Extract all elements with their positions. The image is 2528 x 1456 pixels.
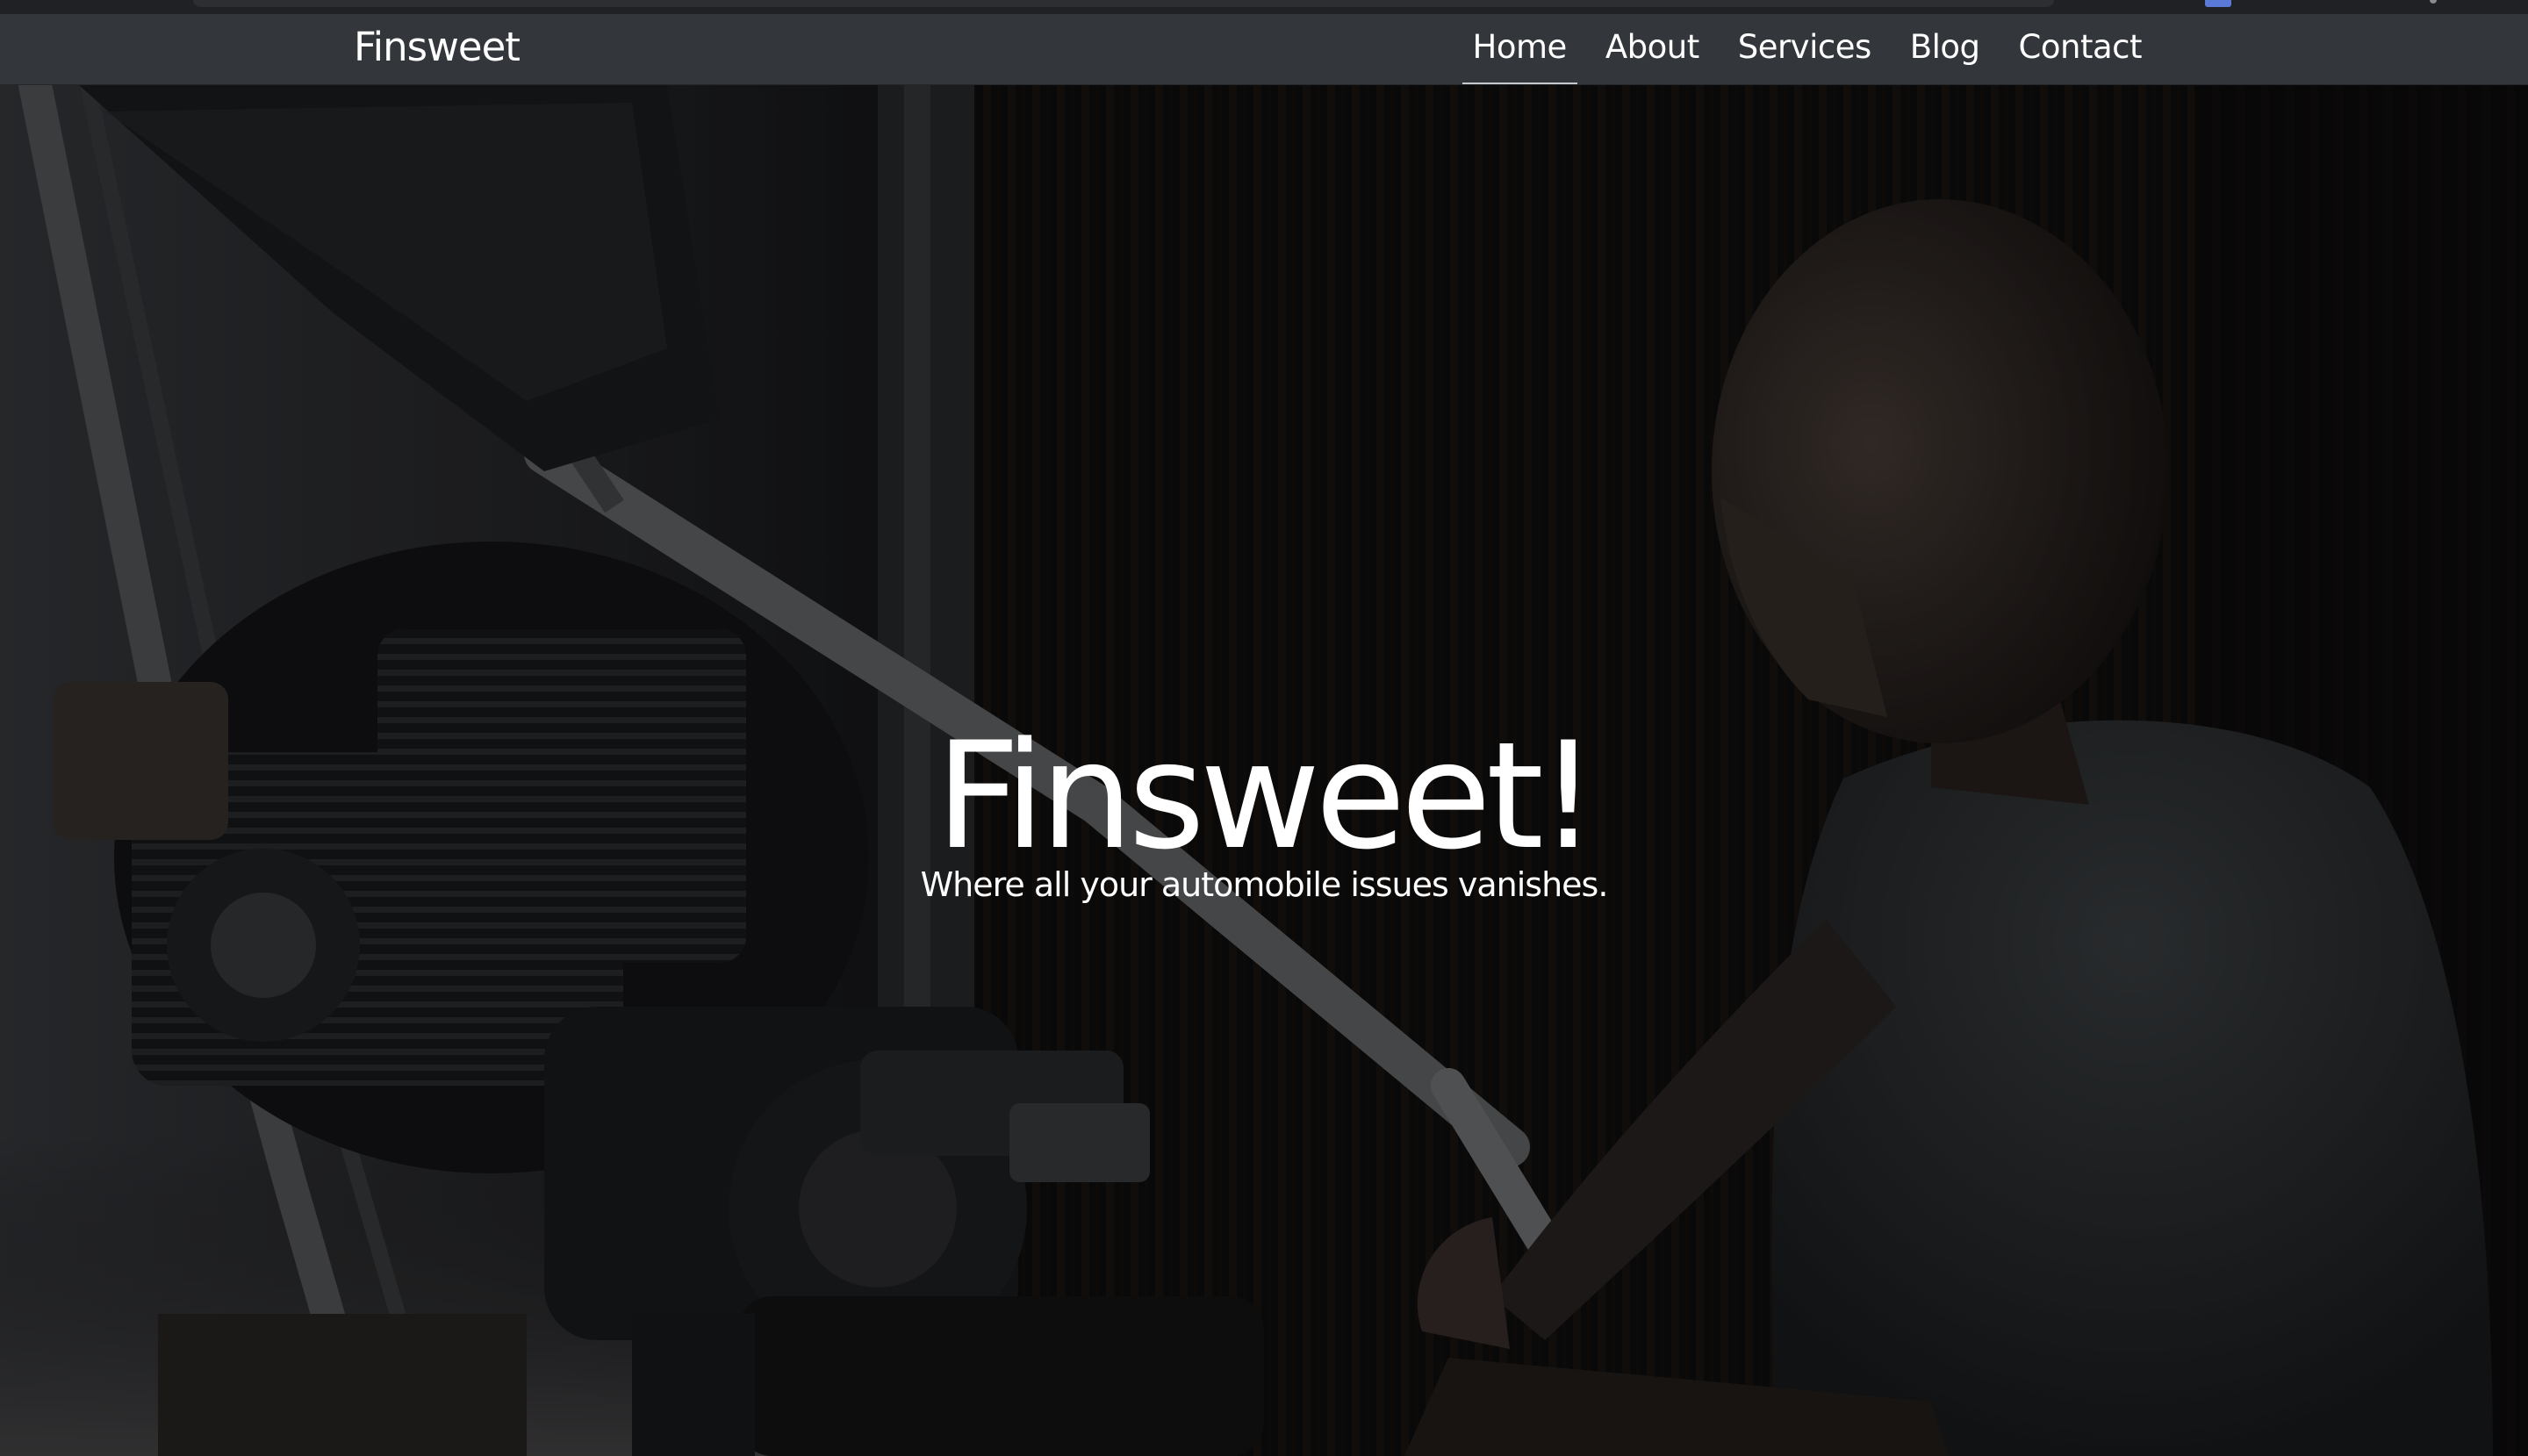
brand-logo[interactable]: Finsweet bbox=[354, 21, 521, 74]
nav-link-blog[interactable]: Blog bbox=[1891, 21, 2000, 74]
hero-title: Finsweet! bbox=[935, 710, 1598, 882]
hero-section: Finsweet! Where all your automobile issu… bbox=[0, 85, 2528, 1456]
page: Finsweet Home About Services Blog Contac… bbox=[0, 0, 2528, 1456]
nav-link-home[interactable]: Home bbox=[1454, 21, 1586, 84]
extension-icon[interactable] bbox=[2205, 0, 2231, 7]
hero-subtitle: Where all your automobile issues vanishe… bbox=[920, 865, 1609, 904]
nav-link-contact[interactable]: Contact bbox=[2000, 21, 2161, 74]
browser-chrome bbox=[0, 0, 2528, 14]
nav-link-about[interactable]: About bbox=[1586, 21, 1719, 74]
address-bar[interactable] bbox=[193, 0, 2054, 7]
nav-links: Home About Services Blog Contact bbox=[1454, 21, 2161, 84]
nav-link-services[interactable]: Services bbox=[1719, 21, 1891, 74]
navbar: Finsweet Home About Services Blog Contac… bbox=[0, 14, 2528, 85]
profile-icon[interactable] bbox=[2430, 0, 2437, 4]
